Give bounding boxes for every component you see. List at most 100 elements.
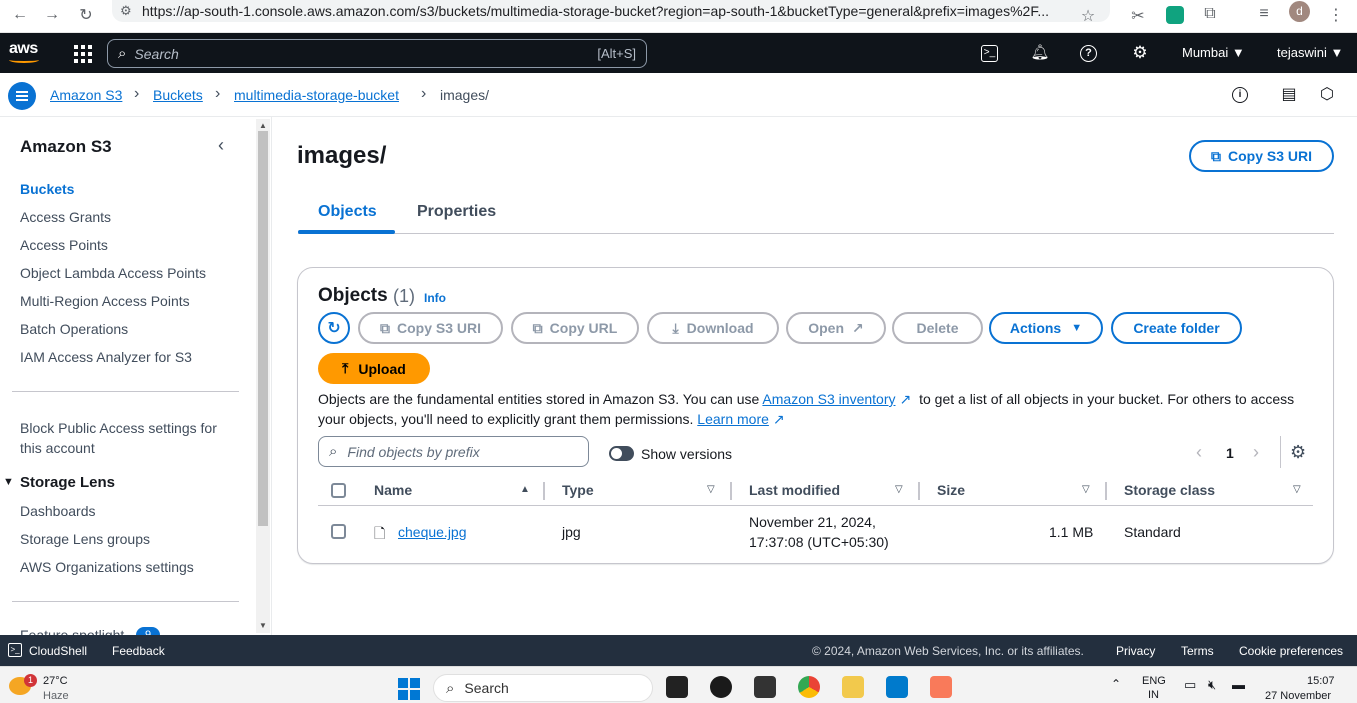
- collapse-sidebar-icon[interactable]: ‹: [218, 135, 224, 156]
- show-versions-toggle[interactable]: [609, 446, 634, 461]
- language-line-2[interactable]: IN: [1148, 689, 1159, 701]
- windows-start-icon[interactable]: [398, 678, 420, 700]
- profile-avatar[interactable]: d: [1289, 1, 1310, 22]
- column-resizer[interactable]: [543, 482, 545, 500]
- upload-button[interactable]: ⤒ Upload: [318, 353, 430, 384]
- sidebar-item-object-lambda[interactable]: Object Lambda Access Points: [20, 265, 206, 281]
- aws-logo[interactable]: aws: [9, 40, 39, 63]
- column-resizer[interactable]: [730, 482, 732, 500]
- chrome-icon[interactable]: [798, 676, 820, 698]
- taskbar-search[interactable]: ⌕ Search: [433, 674, 653, 702]
- terms-link[interactable]: Terms: [1181, 644, 1214, 658]
- column-type[interactable]: Type: [562, 482, 594, 498]
- create-folder-button[interactable]: Create folder: [1111, 312, 1242, 344]
- cloudshell-link[interactable]: CloudShell: [29, 644, 87, 658]
- notifications-bell-icon[interactable]: 🔔︎: [1030, 43, 1050, 63]
- show-hidden-icons[interactable]: ⌃: [1111, 677, 1121, 691]
- snipping-tool-icon[interactable]: [930, 676, 952, 698]
- services-grid-icon[interactable]: [72, 43, 92, 63]
- task-view-icon[interactable]: [666, 676, 688, 698]
- s3-inventory-link[interactable]: Amazon S3 inventory: [762, 391, 895, 407]
- table-preferences-gear-icon[interactable]: ⚙: [1290, 442, 1306, 463]
- side-panel-icon[interactable]: ▤: [1279, 85, 1299, 105]
- sidebar-scrollbar[interactable]: ▲ ▼: [256, 119, 270, 633]
- row-checkbox[interactable]: [331, 524, 346, 539]
- back-icon[interactable]: ←: [6, 6, 34, 24]
- expand-caret-icon[interactable]: ▼: [3, 476, 14, 488]
- extension-icon[interactable]: ✂: [1124, 6, 1152, 26]
- sidebar-item-buckets[interactable]: Buckets: [20, 181, 74, 197]
- cookie-preferences-link[interactable]: Cookie preferences: [1239, 644, 1343, 658]
- feedback-link[interactable]: Feedback: [112, 644, 165, 658]
- site-settings-icon[interactable]: ⚙: [120, 3, 142, 19]
- side-navigation-toggle[interactable]: [8, 82, 36, 110]
- scroll-down-icon[interactable]: ▼: [259, 621, 267, 630]
- select-all-checkbox[interactable]: [331, 483, 346, 498]
- media-player-icon[interactable]: [710, 676, 732, 698]
- copy-s3-uri-button[interactable]: ⧉ Copy S3 URI: [358, 312, 503, 344]
- help-icon[interactable]: ?: [1080, 45, 1097, 62]
- breadcrumb-amazon-s3[interactable]: Amazon S3: [50, 87, 122, 103]
- reload-icon[interactable]: ↻: [72, 5, 100, 25]
- account-menu[interactable]: tejaswini ▼: [1277, 45, 1343, 60]
- refresh-button[interactable]: ↻: [318, 312, 350, 344]
- forward-icon[interactable]: →: [38, 6, 66, 24]
- object-prefix-filter-input[interactable]: ⌕ Find objects by prefix: [318, 436, 589, 467]
- column-resizer[interactable]: [1105, 482, 1107, 500]
- file-explorer-icon[interactable]: [842, 676, 864, 698]
- network-icon[interactable]: ▭: [1184, 677, 1196, 693]
- info-icon[interactable]: i: [1232, 87, 1248, 103]
- mysql-icon[interactable]: [754, 676, 776, 698]
- search-input[interactable]: ⌕ Search [Alt+S]: [107, 39, 647, 68]
- sidebar-item-access-points[interactable]: Access Points: [20, 237, 108, 253]
- privacy-link[interactable]: Privacy: [1116, 644, 1155, 658]
- address-bar[interactable]: ⚙ https://ap-south-1.console.aws.amazon.…: [112, 0, 1110, 22]
- copy-url-button[interactable]: ⧉ Copy URL: [511, 312, 639, 344]
- delete-button[interactable]: Delete: [892, 312, 983, 344]
- clock-time[interactable]: 15:07: [1307, 675, 1335, 687]
- media-icon[interactable]: ≡: [1250, 5, 1278, 23]
- sidebar-item-block-public-access[interactable]: Block Public Access settings for this ac…: [20, 418, 217, 458]
- breadcrumb-buckets[interactable]: Buckets: [153, 87, 203, 103]
- scrollbar-thumb[interactable]: [258, 131, 268, 526]
- sidebar-item-iam-analyzer[interactable]: IAM Access Analyzer for S3: [20, 349, 192, 365]
- column-name[interactable]: Name: [374, 482, 412, 498]
- settings-gear-icon[interactable]: ⚙: [1130, 43, 1150, 63]
- region-selector[interactable]: Mumbai ▼: [1182, 45, 1245, 60]
- volume-muted-icon[interactable]: 🔇︎: [1208, 677, 1216, 693]
- sort-icon[interactable]: ▽: [1293, 484, 1301, 495]
- actions-dropdown[interactable]: Actions ▼: [989, 312, 1103, 344]
- sidebar-item-access-grants[interactable]: Access Grants: [20, 209, 111, 225]
- more-menu-icon[interactable]: ⋮: [1322, 5, 1350, 25]
- cloudshell-icon[interactable]: >_: [981, 45, 998, 62]
- column-size[interactable]: Size: [937, 482, 965, 498]
- sidebar-item-multi-region[interactable]: Multi-Region Access Points: [20, 293, 190, 309]
- vscode-icon[interactable]: [886, 676, 908, 698]
- breadcrumb-bucket[interactable]: multimedia-storage-bucket: [234, 87, 399, 103]
- object-name-link[interactable]: cheque.jpg: [398, 524, 467, 540]
- sort-icon[interactable]: ▽: [895, 484, 903, 495]
- page-number[interactable]: 1: [1226, 445, 1234, 461]
- copy-s3-uri-header-button[interactable]: ⧉ Copy S3 URI: [1189, 140, 1334, 172]
- battery-icon[interactable]: ▬: [1232, 677, 1245, 692]
- learn-more-link[interactable]: Learn more: [697, 411, 769, 427]
- puzzle-icon[interactable]: ⧉: [1196, 5, 1224, 23]
- security-hexagon-icon[interactable]: ⬡: [1317, 85, 1337, 105]
- language-line-1[interactable]: ENG: [1142, 675, 1166, 687]
- sort-ascending-icon[interactable]: ▲: [520, 484, 530, 495]
- sort-icon[interactable]: ▽: [707, 484, 715, 495]
- previous-page-icon[interactable]: ‹: [1196, 442, 1202, 463]
- star-icon[interactable]: ☆: [1074, 6, 1102, 26]
- sidebar-item-dashboards[interactable]: Dashboards: [20, 503, 96, 519]
- info-link[interactable]: Info: [424, 291, 446, 305]
- next-page-icon[interactable]: ›: [1253, 442, 1259, 463]
- clock-date[interactable]: 27 November: [1265, 690, 1331, 702]
- sidebar-item-batch-operations[interactable]: Batch Operations: [20, 321, 128, 337]
- sidebar-item-organizations-settings[interactable]: AWS Organizations settings: [20, 559, 194, 575]
- download-button[interactable]: ⤓ Download: [647, 312, 779, 344]
- chatgpt-extension-icon[interactable]: [1166, 6, 1184, 24]
- tab-objects[interactable]: Objects: [318, 203, 377, 221]
- sort-icon[interactable]: ▽: [1082, 484, 1090, 495]
- sidebar-item-storage-lens-groups[interactable]: Storage Lens groups: [20, 531, 150, 547]
- scroll-up-icon[interactable]: ▲: [259, 121, 267, 130]
